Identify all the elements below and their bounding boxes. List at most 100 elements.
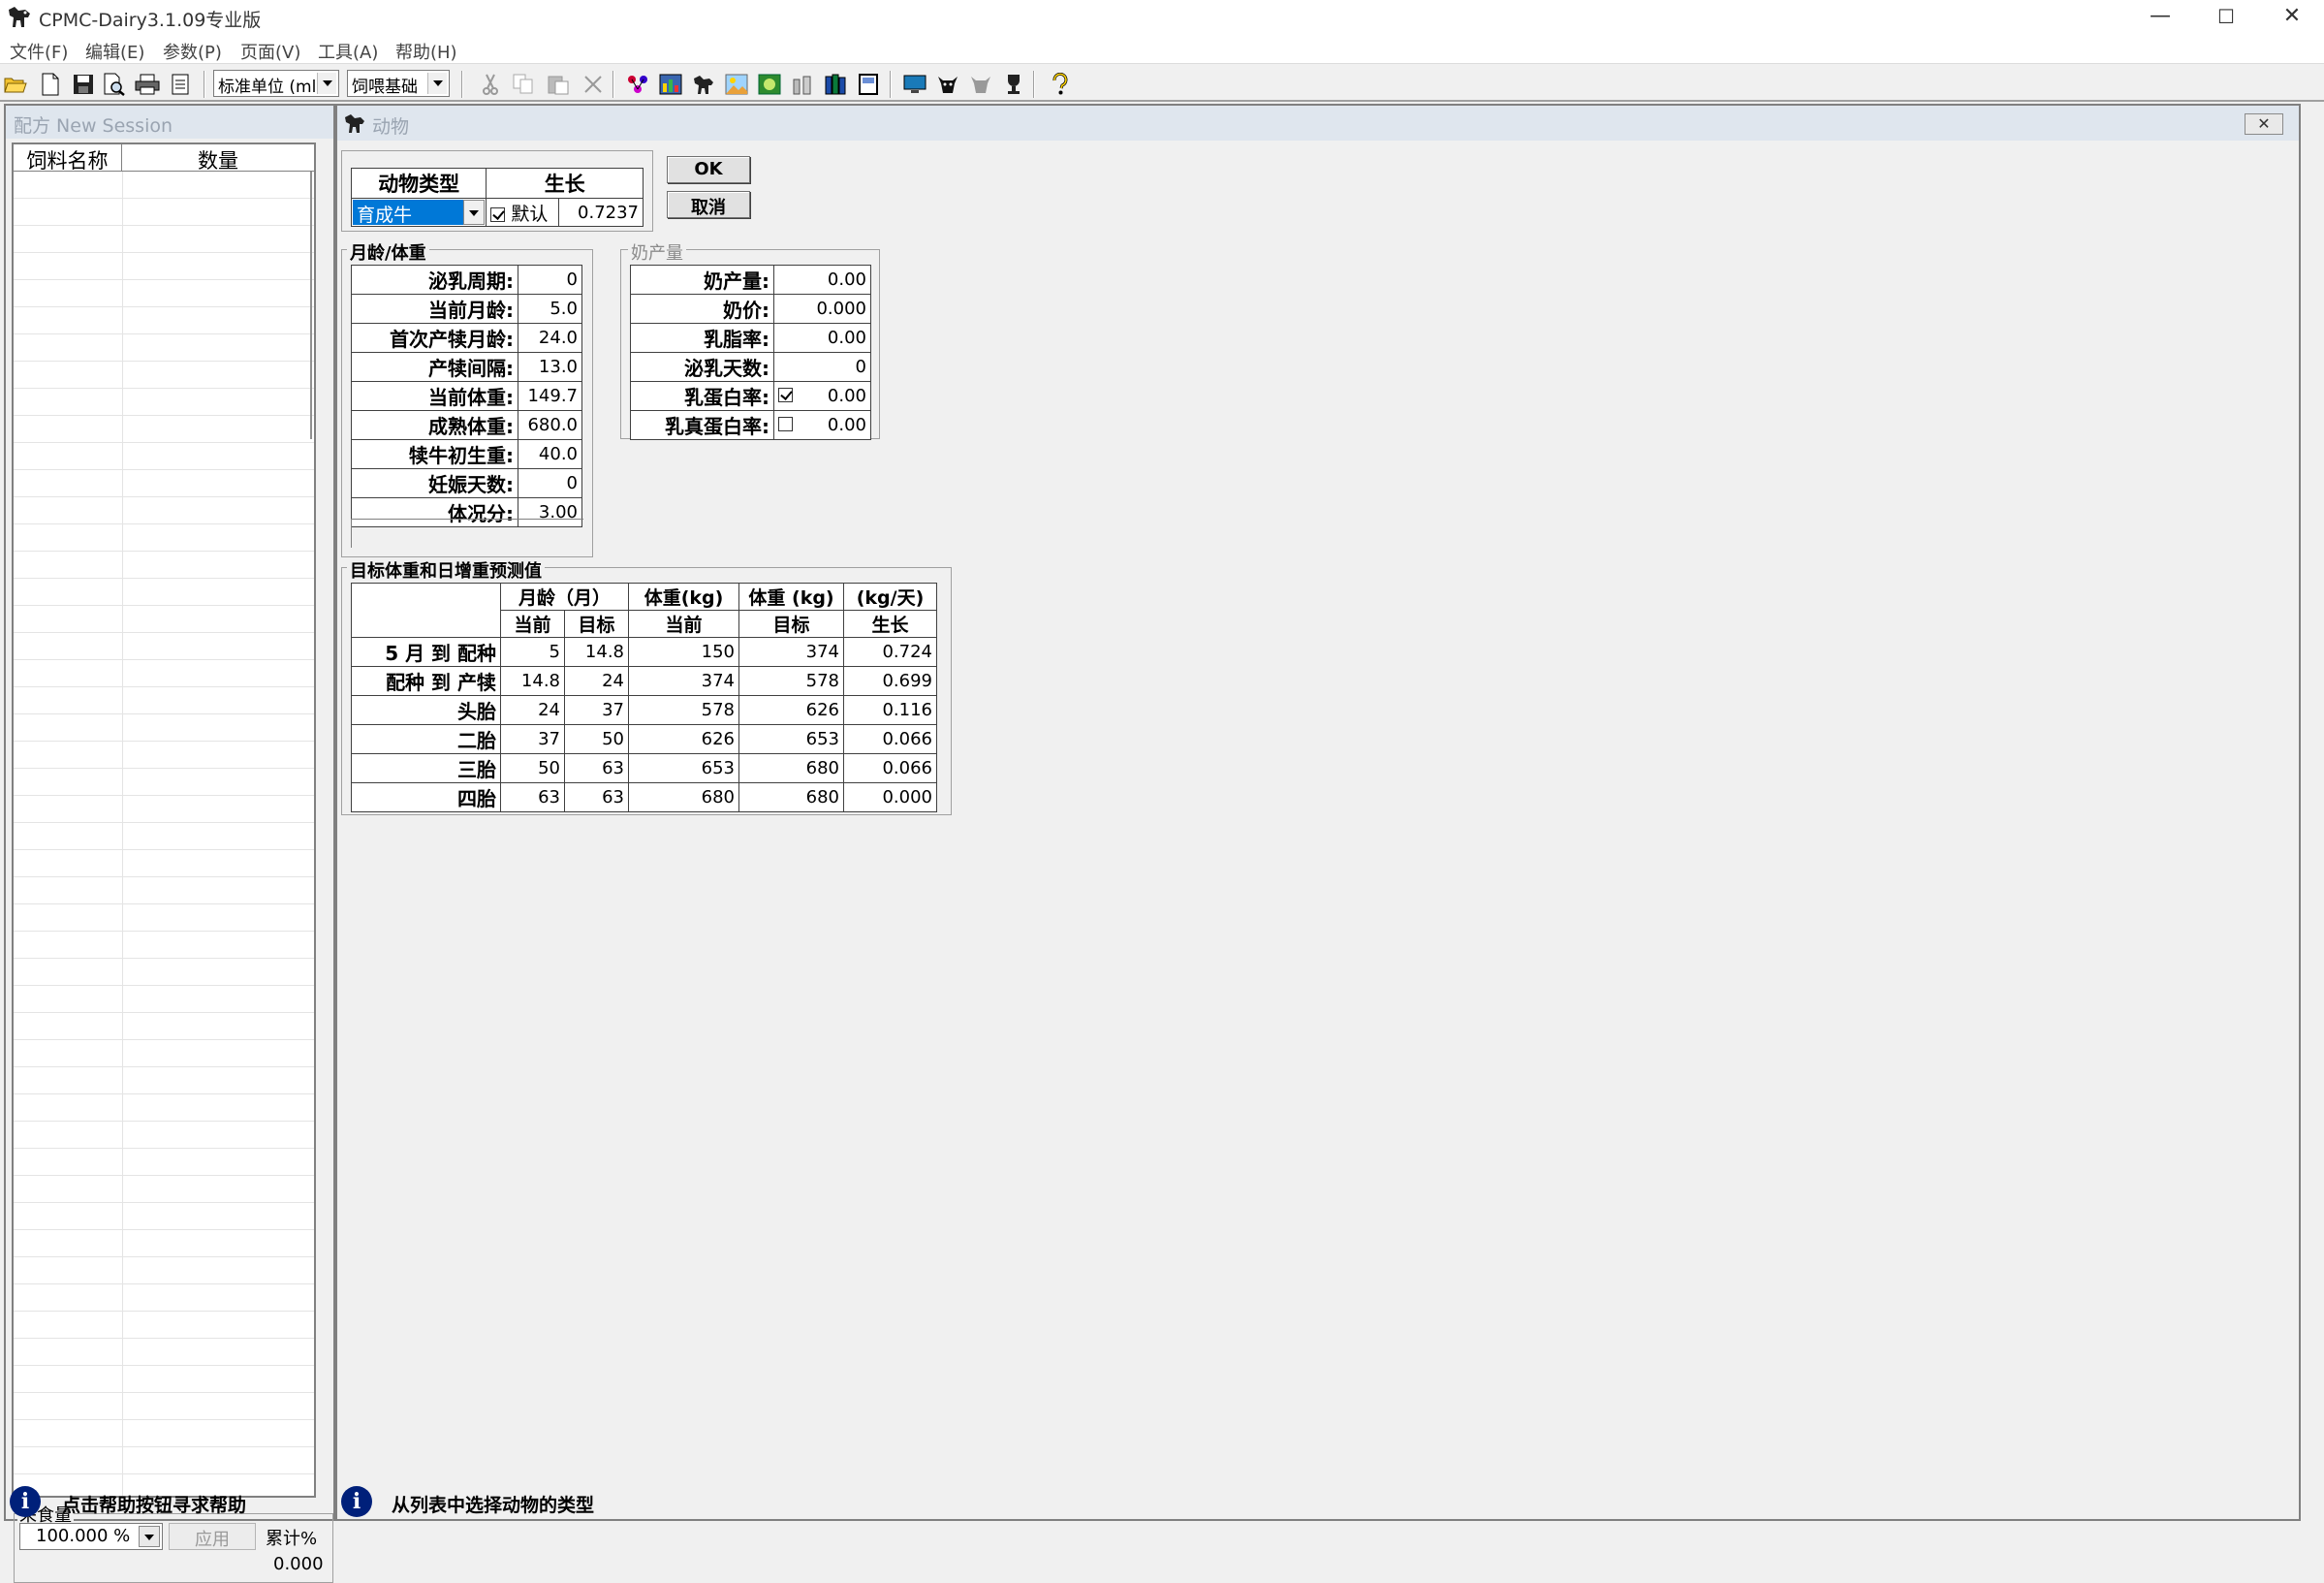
table-row[interactable] [14,796,314,823]
milk-value[interactable]: 0.000 [816,299,866,319]
help-icon[interactable] [1047,71,1074,98]
apply-button[interactable]: 应用 [169,1523,256,1550]
table-row[interactable] [14,633,314,660]
age-weight-value[interactable]: 5.0 [518,294,582,324]
age-weight-value[interactable]: 0 [518,265,582,295]
copy-icon[interactable] [510,71,537,98]
intake-percent-combo[interactable]: 100.000 % [19,1523,163,1550]
table-row[interactable] [14,1067,314,1094]
table-row[interactable] [14,687,314,714]
books-icon[interactable] [822,71,849,98]
milk-protein-checkbox[interactable] [778,388,793,402]
table-row[interactable] [14,932,314,959]
table-row[interactable] [14,334,314,362]
table-row[interactable] [14,904,314,932]
default-checkbox[interactable] [490,206,506,222]
cut-icon[interactable] [477,71,504,98]
silo-icon[interactable] [789,71,816,98]
chevron-down-icon[interactable] [427,73,447,94]
landscape-icon[interactable] [723,71,750,98]
molecule-icon[interactable] [624,71,651,98]
table-row[interactable] [14,1013,314,1040]
feeding-basis-combo[interactable]: 饲喂基础 [347,70,450,97]
notebook-icon[interactable] [855,71,882,98]
table-row[interactable] [14,552,314,579]
table-row[interactable] [14,307,314,334]
table-row[interactable] [14,986,314,1013]
table-row[interactable] [14,1312,314,1339]
table-row[interactable] [14,714,314,742]
age-weight-value[interactable]: 680.0 [518,410,582,440]
paste-icon[interactable] [545,71,572,98]
age-weight-value[interactable]: 149.7 [518,381,582,411]
table-row[interactable] [14,742,314,769]
cow-icon[interactable] [690,71,717,98]
table-row[interactable] [14,389,314,416]
delete-icon[interactable] [580,71,607,98]
menu-help[interactable]: 帮助(H) [395,39,457,64]
grass-icon[interactable] [756,71,783,98]
table-row[interactable] [14,850,314,877]
table-row[interactable] [14,497,314,524]
table-row[interactable] [14,606,314,633]
table-row[interactable] [14,877,314,904]
table-row[interactable] [14,959,314,986]
open-folder-icon[interactable] [2,71,29,98]
column-header-feed-name[interactable]: 饲料名称 [14,144,122,173]
age-weight-value[interactable]: 0 [518,468,582,498]
table-row[interactable] [14,579,314,606]
menu-edit[interactable]: 编辑(E) [85,39,144,64]
table-row[interactable] [14,362,314,389]
table-row[interactable] [14,1040,314,1067]
milk-protein-checkbox[interactable] [778,417,793,431]
table-row[interactable] [14,253,314,280]
growth-value[interactable]: 0.7237 [558,198,644,227]
cow-head-icon[interactable] [934,71,961,98]
menu-tools[interactable]: 工具(A) [318,39,378,64]
table-row[interactable] [14,1284,314,1312]
age-weight-value[interactable]: 24.0 [518,323,582,353]
close-window-button[interactable]: ✕ [2260,0,2324,35]
table-row[interactable] [14,1393,314,1420]
chevron-down-icon[interactable] [317,73,336,94]
milk-value[interactable]: 0.00 [828,269,866,290]
minimize-button[interactable]: — [2128,0,2192,35]
age-weight-value[interactable]: 13.0 [518,352,582,382]
table-row[interactable] [14,1230,314,1257]
table-row[interactable] [14,1149,314,1176]
milk-value[interactable]: 0.00 [828,328,866,348]
print-preview-icon[interactable] [101,71,128,98]
trophy-icon[interactable] [1000,71,1027,98]
feed-grid-scrollbar[interactable] [310,172,326,439]
column-header-amount[interactable]: 数量 [122,144,314,173]
menu-page[interactable]: 页面(V) [240,39,300,64]
unit-combo[interactable]: 标准单位 (ml [213,70,339,97]
maximize-button[interactable]: ☐ [2194,0,2258,35]
chevron-down-icon[interactable] [463,200,486,225]
table-row[interactable] [14,1122,314,1149]
table-row[interactable] [14,1366,314,1393]
chart-picture-icon[interactable] [657,71,684,98]
cancel-button[interactable]: 取消 [667,191,750,218]
table-row[interactable] [14,1203,314,1230]
table-row[interactable] [14,416,314,443]
print-icon[interactable] [134,71,161,98]
feed-grid[interactable]: 饲料名称 数量 [12,142,316,1498]
menu-file[interactable]: 文件(F) [10,39,68,64]
age-weight-value[interactable]: 40.0 [518,439,582,469]
new-file-icon[interactable] [37,71,64,98]
table-row[interactable] [14,769,314,796]
table-row[interactable] [14,172,314,199]
close-child-window-button[interactable]: ✕ [2245,113,2283,135]
table-row[interactable] [14,443,314,470]
table-row[interactable] [14,1339,314,1366]
cow-head-gray-icon[interactable] [967,71,994,98]
table-row[interactable] [14,226,314,253]
milk-value[interactable]: 0 [856,357,866,377]
menu-parameters[interactable]: 参数(P) [163,39,222,64]
table-row[interactable] [14,1176,314,1203]
report-icon[interactable] [167,71,194,98]
save-icon[interactable] [70,71,97,98]
table-row[interactable] [14,823,314,850]
table-row[interactable] [14,199,314,226]
